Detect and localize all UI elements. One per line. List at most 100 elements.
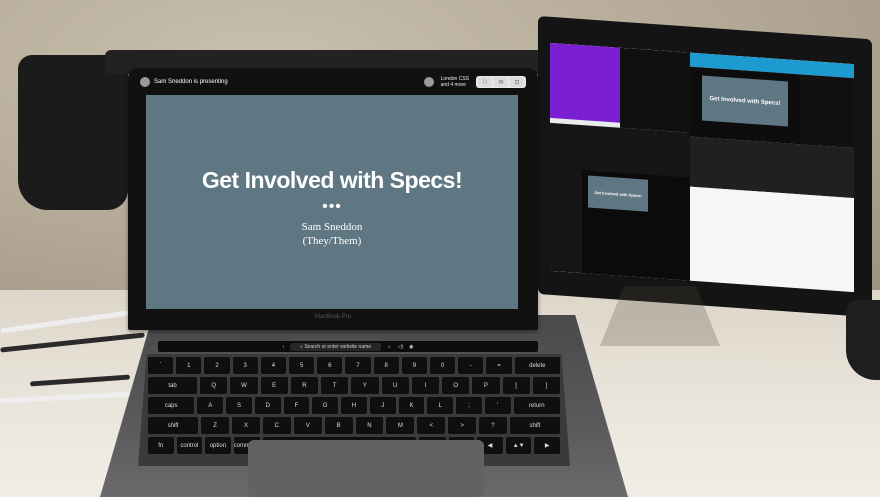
meeting-top-bar: Sam Sneddon is presenting London CSS and… xyxy=(136,72,530,92)
key[interactable]: U xyxy=(381,377,409,394)
key[interactable]: Y xyxy=(351,377,379,394)
side-monitor-screen: Get Involved with Specs! Get Involved wi… xyxy=(550,42,854,293)
key[interactable]: - xyxy=(458,357,484,374)
key-return[interactable]: return xyxy=(513,397,560,414)
key-arrow-up-down[interactable]: ▲▼ xyxy=(505,437,532,454)
key[interactable]: C xyxy=(262,417,291,434)
key[interactable]: ? xyxy=(479,417,507,434)
key[interactable]: J xyxy=(369,397,396,414)
key[interactable]: D xyxy=(254,397,281,414)
key[interactable]: W xyxy=(230,377,258,394)
key[interactable]: G xyxy=(312,397,339,414)
touchbar-volume-icon[interactable]: ◁) xyxy=(398,344,404,350)
laptop-brand-label: MacBook Pro xyxy=(314,314,351,320)
key[interactable]: < xyxy=(417,417,446,434)
key[interactable]: N xyxy=(355,417,384,434)
meeting-button-group: ⚇ ✉ ⊡ xyxy=(476,76,526,88)
key[interactable]: > xyxy=(448,417,477,434)
key[interactable]: 2 xyxy=(204,357,230,374)
author-name: Sam Sneddon xyxy=(301,220,363,233)
laptop-lid: Sam Sneddon is presenting London CSS and… xyxy=(128,68,538,330)
key[interactable]: P xyxy=(472,377,500,394)
text-notes-pane xyxy=(620,47,690,133)
key[interactable]: A xyxy=(197,397,224,414)
touchbar-url-field[interactable]: ⌕ Search or enter website name xyxy=(290,342,382,351)
slide-author: Sam Sneddon (They/Them) xyxy=(302,220,363,248)
key-delete[interactable]: delete xyxy=(514,357,560,374)
side-slide-small-title: Get Involved with Specs! xyxy=(594,189,642,198)
side-slide-small-preview: Get Involved with Specs! xyxy=(588,175,648,212)
key[interactable]: V xyxy=(293,417,322,434)
portable-side-monitor: Get Involved with Specs! Get Involved wi… xyxy=(538,16,872,318)
chat-pane xyxy=(690,186,854,293)
presenter-avatar xyxy=(140,77,150,87)
slide-dots: ••• xyxy=(322,197,342,215)
key-arrow-right[interactable]: ▶ xyxy=(534,437,560,454)
key[interactable]: ] xyxy=(532,377,561,394)
key[interactable]: X xyxy=(232,417,260,434)
key-option-left[interactable]: option xyxy=(205,437,231,454)
key-shift-right[interactable]: shift xyxy=(509,417,561,434)
meeting-controls: London CSS and 4 more ⚇ ✉ ⊡ xyxy=(423,76,526,88)
participants-avatar xyxy=(423,77,434,87)
touchbar-url-text: Search or enter website name xyxy=(304,343,372,350)
key-row-1: ` 1 2 3 4 5 6 7 8 9 0 - = delete xyxy=(148,357,560,374)
side-slide-title: Get Involved with Specs! xyxy=(709,95,781,107)
key[interactable]: K xyxy=(398,397,425,414)
key[interactable]: 6 xyxy=(317,357,343,374)
key[interactable]: B xyxy=(324,417,353,434)
key[interactable]: Z xyxy=(201,417,230,434)
key[interactable]: 4 xyxy=(260,357,287,374)
key-control[interactable]: control xyxy=(176,437,203,454)
touchbar-back-icon[interactable]: ‹ xyxy=(282,344,284,350)
slide-title: Get Involved with Specs! xyxy=(201,166,463,193)
key[interactable]: M xyxy=(386,417,415,434)
key[interactable]: E xyxy=(260,377,288,394)
presenter-text: Sam Sneddon is presenting xyxy=(154,79,228,85)
key[interactable]: ; xyxy=(456,397,482,414)
key-row-2: tab Q W E R T Y U I O P [ ] xyxy=(148,377,561,394)
key[interactable]: ` xyxy=(148,357,174,374)
key-tab[interactable]: tab xyxy=(148,377,198,394)
key[interactable]: ' xyxy=(484,397,511,414)
lock-icon[interactable]: ⊡ xyxy=(510,77,524,87)
presentation-slide: Get Involved with Specs! ••• Sam Sneddon… xyxy=(146,95,518,309)
key-row-4: shift Z X C V B N M < > ? shift xyxy=(148,417,561,434)
key[interactable]: H xyxy=(341,397,367,414)
key-shift-left[interactable]: shift xyxy=(148,417,199,434)
key[interactable]: L xyxy=(427,397,454,414)
side-slide-preview: Get Involved with Specs! xyxy=(702,75,788,127)
key-row-3: caps A S D F G H J K L ; ' return xyxy=(148,397,560,414)
purple-video-pane xyxy=(550,42,620,123)
chat-icon[interactable]: ✉ xyxy=(494,77,508,87)
key[interactable]: 8 xyxy=(373,357,399,374)
touch-bar[interactable]: ‹ ⌕ Search or enter website name ☼ ◁) ◉ xyxy=(158,341,538,352)
trackpad[interactable] xyxy=(248,440,484,497)
key[interactable]: 1 xyxy=(176,357,202,374)
key[interactable]: 9 xyxy=(401,357,428,374)
people-icon[interactable]: ⚇ xyxy=(478,77,492,87)
participants-text: London CSS and 4 more xyxy=(441,76,469,88)
author-pronouns: (They/Them) xyxy=(302,234,362,247)
touchbar-brightness-icon[interactable]: ☼ xyxy=(387,344,392,350)
notes-pane-right xyxy=(800,74,854,149)
key[interactable]: S xyxy=(226,397,252,414)
key[interactable]: T xyxy=(321,377,349,394)
key[interactable]: O xyxy=(442,377,470,394)
key[interactable]: 7 xyxy=(345,357,371,374)
key[interactable]: 3 xyxy=(232,357,258,374)
desk-object-right xyxy=(846,300,880,380)
key[interactable]: R xyxy=(290,377,319,394)
key[interactable]: [ xyxy=(502,377,530,394)
key[interactable]: 0 xyxy=(430,357,456,374)
key[interactable]: Q xyxy=(200,377,228,394)
key-fn[interactable]: fn xyxy=(148,437,174,454)
key[interactable]: 5 xyxy=(289,357,315,374)
monitor-mount-clamp xyxy=(18,55,128,210)
key[interactable]: F xyxy=(283,397,310,414)
key[interactable]: = xyxy=(486,357,512,374)
touchbar-siri-icon[interactable]: ◉ xyxy=(409,344,413,350)
key-caps[interactable]: caps xyxy=(148,397,195,414)
participants-line2: and 4 more xyxy=(440,82,466,88)
key[interactable]: I xyxy=(411,377,440,394)
